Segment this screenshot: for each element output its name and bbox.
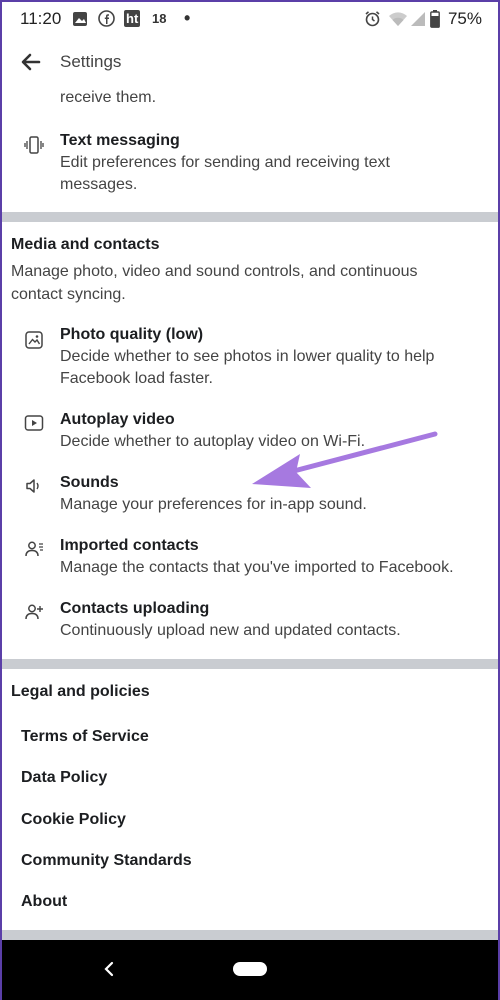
screenshot-border	[0, 0, 500, 1000]
